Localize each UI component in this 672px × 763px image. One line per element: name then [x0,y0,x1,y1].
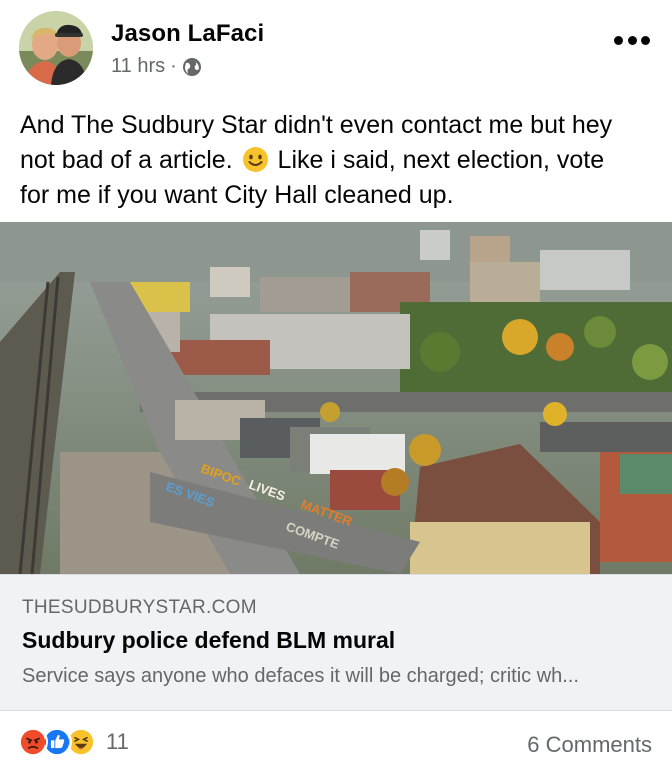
more-options-button[interactable] [614,30,650,50]
post-text-segment: not bad of a article. [20,146,233,174]
link-preview-image[interactable]: ES VIES BIPOC LIVES MATTER COMPTE [0,222,672,574]
post-header: Jason LaFaci 11 hrs · [0,0,672,92]
angry-reaction-icon [18,727,48,757]
link-preview-card[interactable]: THESUDBURYSTAR.COM Sudbury police defend… [0,574,672,711]
post-text-line: And The Sudbury Star didn't even contact… [20,111,613,139]
dot-icon [641,35,650,45]
reactions-summary[interactable]: 11 [18,726,129,758]
post-text-line: for me if you want City Hall cleaned up. [20,181,454,209]
link-description: Service says anyone who defaces it will … [22,665,579,687]
post-footer: 11 6 Comments [0,712,672,763]
reaction-count: 11 [106,729,129,754]
smiling-face-emoji-icon [242,146,269,173]
post-text-segment: Like i said, next election, vote [270,146,605,174]
author-name[interactable]: Jason LaFaci [111,20,264,48]
link-headline[interactable]: Sudbury police defend BLM mural [22,627,395,654]
globe-icon [182,57,202,77]
post-time[interactable]: 11 hrs [111,55,165,78]
meta-separator: · [170,55,177,77]
dot-icon [627,35,637,45]
avatar[interactable] [19,11,93,85]
dot-icon [614,35,623,45]
post-meta: 11 hrs · [111,55,202,78]
comments-count-link[interactable]: 6 Comments [527,732,652,758]
post-text-line: not bad of a article. Like i said, next … [20,143,650,178]
post-text: And The Sudbury Star didn't even contact… [20,108,650,213]
link-domain: THESUDBURYSTAR.COM [22,597,257,618]
